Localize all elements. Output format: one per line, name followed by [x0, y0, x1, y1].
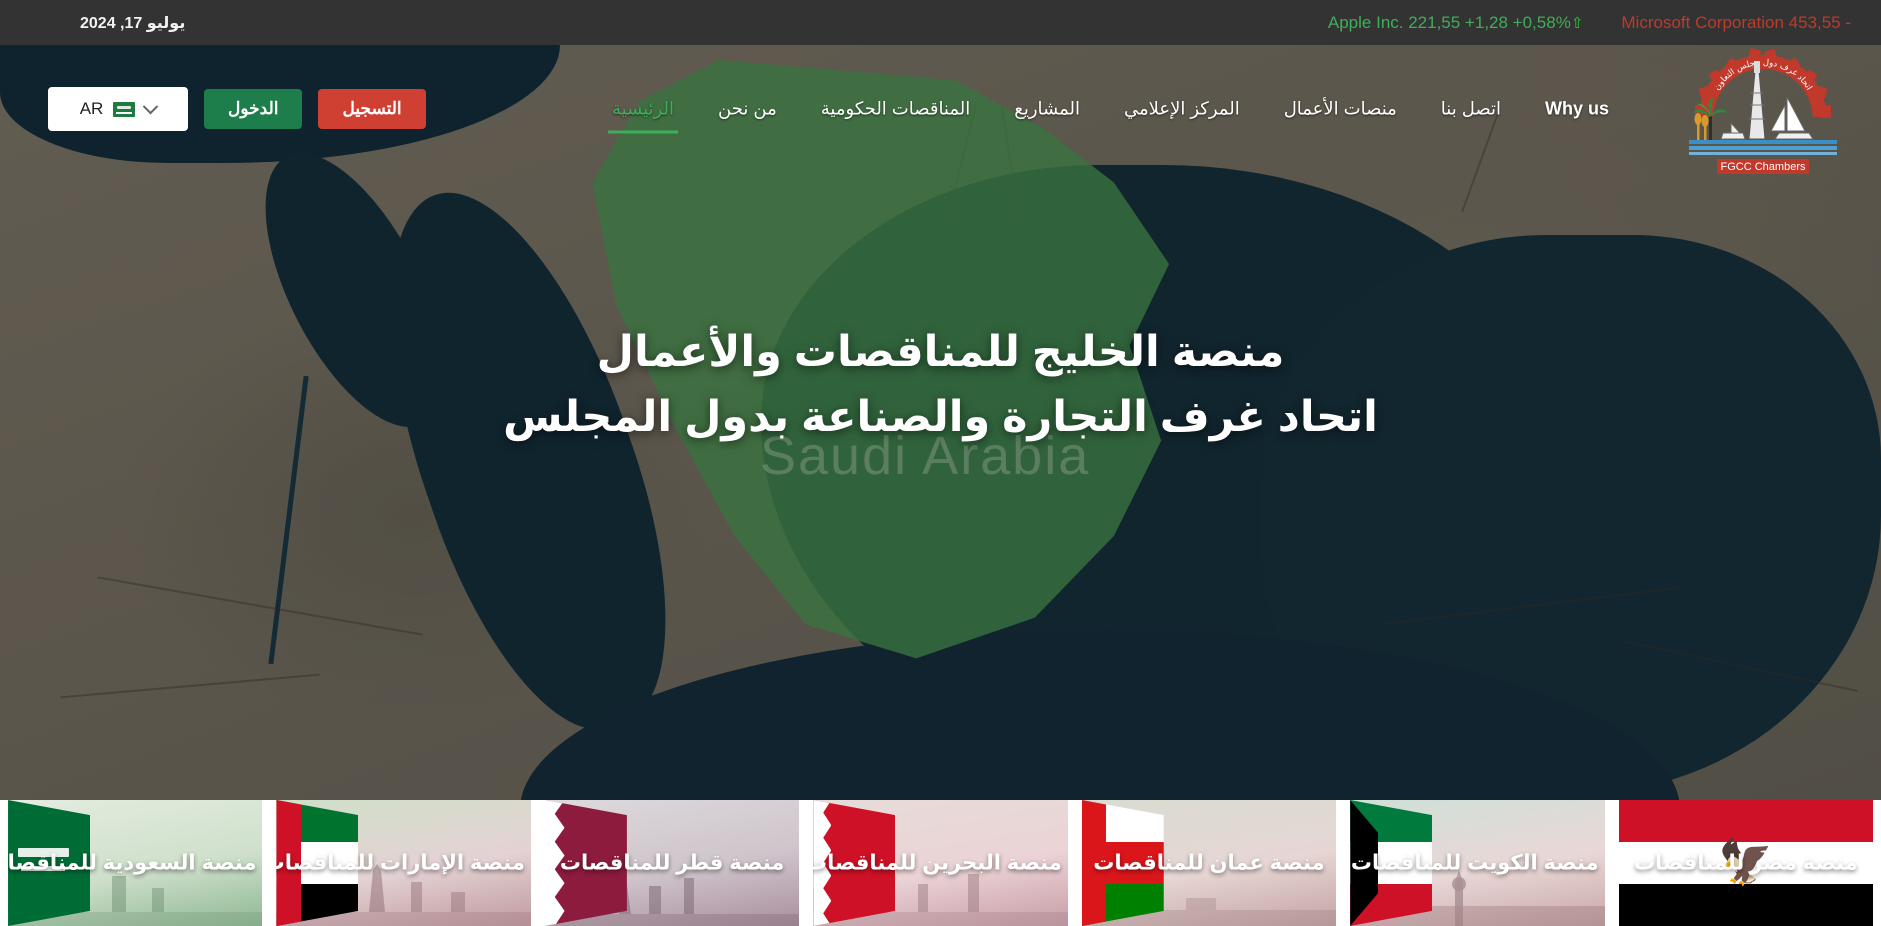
card-qatar[interactable]: منصة قطر للمناقصات	[544, 800, 800, 926]
card-oman[interactable]: منصة عمان للمناقصات	[1081, 800, 1337, 926]
oil-derrick-icon	[1748, 61, 1766, 140]
waves-icon	[1689, 140, 1837, 155]
ticker-item-apple[interactable]: Apple Inc. 221,55 +1,28 +0,58%⇧	[1328, 13, 1584, 33]
card-label-qatar: منصة قطر للمناقصات	[559, 851, 785, 875]
logo-graphic: اتحاد غرف دول مجلس التعاون	[1689, 48, 1837, 174]
chevron-down-icon	[143, 98, 159, 114]
nav-item-projects[interactable]: المشاريع	[992, 93, 1102, 126]
stock-ticker[interactable]: Apple Inc. 221,55 +1,28 +0,58%⇧ Microsof…	[1328, 0, 1881, 45]
card-kuwait[interactable]: منصة الكويت للمناقصات	[1350, 800, 1605, 926]
nav-menu: Why us اتصل بنا منصات الأعمال المركز الإ…	[590, 93, 1631, 134]
nav-item-about-us[interactable]: من نحن	[696, 93, 799, 126]
nav-item-contact-us[interactable]: اتصل بنا	[1419, 93, 1523, 126]
login-button[interactable]: الدخول	[204, 89, 303, 129]
nav-item-home[interactable]: الرئيسية	[590, 93, 696, 134]
register-button[interactable]: التسجيل	[318, 89, 426, 129]
card-label-uae: منصة الإمارات للمناقصات	[276, 851, 525, 875]
top-ticker-bar: يوليو 17, 2024 Apple Inc. 221,55 +1,28 +…	[0, 0, 1881, 45]
saudi-arabia-flag-icon	[113, 101, 136, 117]
logo-caption: FGCC Chambers	[1720, 161, 1806, 173]
dhow-boat-icon	[1770, 96, 1814, 140]
card-uae[interactable]: منصة الإمارات للمناقصات	[276, 800, 531, 926]
card-saudi-arabia[interactable]: منصة السعودية للمناقصات	[8, 800, 263, 926]
nav-item-media-center[interactable]: المركز الإعلامي	[1102, 93, 1262, 126]
card-egypt[interactable]: 🦅 منصة مصر للمناقصات	[1618, 800, 1873, 926]
card-label-saudi-arabia: منصة السعودية للمناقصات	[8, 851, 257, 875]
card-label-kuwait: منصة الكويت للمناقصات	[1350, 851, 1599, 875]
ticker-apple-text: Apple Inc. 221,55 +1,28 +0,58%	[1327, 12, 1571, 32]
small-boat-icon	[1720, 121, 1746, 140]
card-bahrain[interactable]: منصة البحرين للمناقصات	[813, 800, 1068, 926]
language-code-label: AR	[79, 99, 104, 118]
fgcc-chambers-logo[interactable]: اتحاد غرف دول مجلس التعاون	[1683, 43, 1843, 175]
ticker-item-microsoft[interactable]: Microsoft Corporation 453,55 -	[1621, 13, 1851, 33]
language-selector[interactable]: AR	[48, 87, 188, 131]
country-platform-cards: 🦅 منصة مصر للمناقصات منصة الكويت للمناقص…	[0, 800, 1881, 926]
card-label-egypt: منصة مصر للمناقصات	[1633, 851, 1858, 875]
nav-item-government-tenders[interactable]: المناقصات الحكومية	[799, 93, 993, 126]
arrow-up-icon: ⇧	[1570, 14, 1584, 32]
nav-item-business-platforms[interactable]: منصات الأعمال	[1262, 93, 1419, 126]
main-navbar: AR الدخول التسجيل Why us اتصل بنا منصات …	[0, 43, 1881, 175]
navbar-left-controls: AR الدخول التسجيل	[48, 87, 426, 131]
card-label-bahrain: منصة البحرين للمناقصات	[813, 851, 1062, 875]
nav-item-why-us[interactable]: Why us	[1523, 93, 1631, 126]
current-date: يوليو 17, 2024	[80, 14, 186, 32]
card-label-oman: منصة عمان للمناقصات	[1093, 851, 1325, 875]
